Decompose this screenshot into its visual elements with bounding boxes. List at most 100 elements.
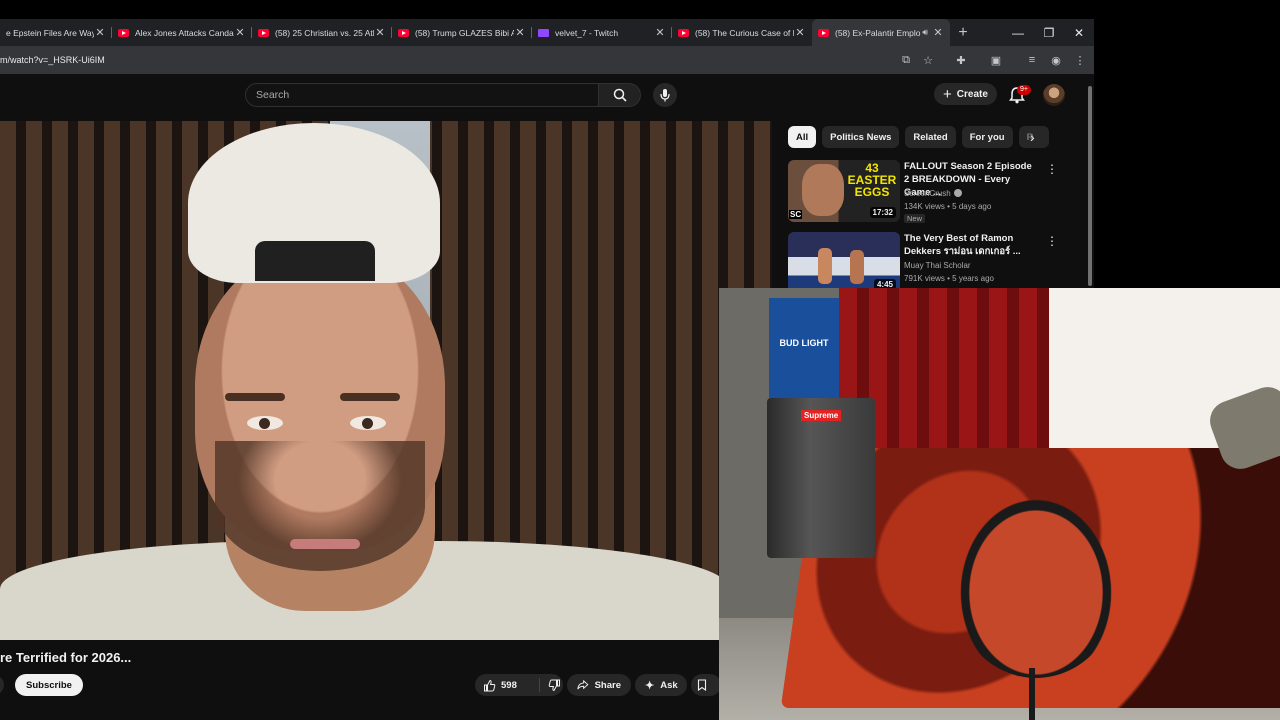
voice-search-button[interactable] [653, 83, 677, 107]
tab-strip: e Epstein Files Are Way ✕ Alex Jones Att… [0, 19, 1094, 46]
eyebrow [340, 393, 400, 401]
more-options-icon[interactable]: ⋮ [1046, 162, 1058, 176]
close-tab-icon[interactable]: ✕ [654, 26, 666, 39]
more-options-icon[interactable]: ⋮ [1046, 234, 1058, 248]
tab-6-active[interactable]: (58) Ex-Palantir Emplo 🔊︎ ✕ [812, 19, 950, 46]
new-tab-button[interactable]: + [950, 24, 976, 42]
verified-icon [953, 189, 962, 197]
dislike-button[interactable] [540, 679, 561, 692]
beer-box: BUD LIGHT [769, 298, 839, 398]
filter-chips: All Politics News Related For you R [788, 126, 1049, 148]
thumbnail-face [802, 164, 844, 216]
channel-logo-mark: SC [789, 210, 803, 219]
account-avatar[interactable] [1043, 84, 1065, 106]
tab-search-icon[interactable]: ▣ [989, 53, 1003, 67]
restore-icon[interactable]: ❐ [1034, 19, 1064, 46]
ask-button[interactable]: ✦ Ask [635, 674, 687, 696]
video-title: re Terrified for 2026... [0, 650, 132, 665]
like-dislike-group: 598 [475, 674, 563, 696]
youtube-icon [398, 28, 409, 37]
box-label: BUD LIGHT [779, 338, 829, 348]
youtube-icon [678, 28, 689, 37]
close-tab-icon[interactable]: ✕ [234, 26, 246, 39]
close-tab-icon[interactable]: ✕ [374, 26, 386, 39]
chip-all[interactable]: All [788, 126, 817, 148]
sticker: Supreme [801, 410, 842, 421]
bookmark-star-icon[interactable]: ☆ [921, 53, 935, 67]
mouth [290, 539, 360, 549]
tab-5[interactable]: (58) The Curious Case of E ✕ [672, 19, 812, 46]
tab-4[interactable]: velvet_7 - Twitch ✕ [532, 19, 672, 46]
new-badge: New [904, 214, 926, 223]
sparkle-icon: ✦ [645, 679, 655, 692]
recommendation-item[interactable]: 43 EASTER EGGS SC 17:32 FALLOUT Season 2… [788, 160, 1078, 223]
thumbnail-text: 43 EASTER EGGS [847, 161, 897, 199]
video-thumbnail[interactable]: 4:45 [788, 232, 900, 288]
chair [951, 488, 1121, 678]
cap-band [255, 241, 375, 281]
page-scrollbar[interactable] [1086, 74, 1094, 288]
fighter-figure [850, 250, 864, 284]
thumbs-down-icon [548, 679, 560, 691]
video-meta: 134K views • 5 days ago [904, 202, 992, 211]
beard [215, 441, 425, 571]
close-window-icon[interactable]: ✕ [1064, 19, 1094, 46]
search-input[interactable]: Search [245, 83, 599, 107]
video-player[interactable] [0, 121, 772, 640]
chair-leg [1029, 668, 1035, 720]
video-duration: 4:45 [873, 279, 896, 288]
chip-related[interactable]: Related [905, 126, 956, 148]
video-title[interactable]: The Very Best of Ramon Dekkers ราม่อน เด… [904, 232, 1032, 258]
chevron-right-icon[interactable]: › [1030, 129, 1035, 145]
notification-count-badge: 9+ [1017, 85, 1031, 95]
close-tab-icon[interactable]: ✕ [932, 26, 944, 39]
video-duration: 17:32 [869, 207, 896, 218]
extensions-icon[interactable]: ✚ [954, 53, 968, 67]
search-icon [613, 88, 627, 102]
speaker-icon[interactable]: 🔊︎ [922, 27, 928, 38]
close-tab-icon[interactable]: ✕ [794, 26, 806, 39]
eye [350, 416, 386, 430]
save-button[interactable] [691, 674, 721, 696]
like-button[interactable]: 598 [475, 678, 540, 692]
chip-for-you[interactable]: For you [961, 126, 1013, 148]
channel-name[interactable]: ScreenCrush [904, 189, 962, 198]
plus-icon: + [943, 85, 952, 103]
share-arrow-icon [577, 679, 589, 690]
close-tab-icon[interactable]: ✕ [514, 26, 526, 39]
bookmark-icon [697, 679, 707, 691]
tab-3[interactable]: (58) Trump GLAZES Bibi A ✕ [392, 19, 532, 46]
minimize-icon[interactable]: — [1003, 19, 1033, 46]
tab-1[interactable]: Alex Jones Attacks Canda ✕ [112, 19, 252, 46]
profile-icon[interactable]: ◉ [1049, 53, 1063, 67]
video-thumbnail[interactable]: 43 EASTER EGGS SC 17:32 [788, 160, 900, 222]
youtube-icon [818, 28, 829, 37]
youtube-icon [258, 28, 269, 37]
microphone-icon [660, 89, 670, 102]
url-text[interactable]: m/watch?v=_HSRK-Ui6IM [0, 55, 105, 65]
close-tab-icon[interactable]: ✕ [94, 26, 106, 39]
fighter-figure [818, 248, 832, 284]
create-button[interactable]: + Create [934, 83, 997, 105]
menu-icon[interactable]: ⋮ [1073, 53, 1087, 67]
twitch-icon [538, 28, 549, 37]
eye [247, 416, 283, 430]
eyebrow [225, 393, 285, 401]
video-info-bar: re Terrified for 2026... Subscribe 598 S… [0, 640, 721, 720]
channel-avatar[interactable] [0, 675, 4, 695]
search-button[interactable] [599, 83, 641, 107]
tab-0[interactable]: e Epstein Files Are Way ✕ [0, 19, 112, 46]
webcam-overlay: Supreme BUD LIGHT [719, 288, 1280, 720]
media-control-icon[interactable]: ≡ [1025, 53, 1039, 67]
mini-fridge: Supreme [767, 398, 875, 558]
tab-2[interactable]: (58) 25 Christian vs. 25 Ath ✕ [252, 19, 392, 46]
youtube-icon [118, 28, 129, 37]
thumbs-up-icon [484, 679, 496, 691]
channel-name[interactable]: Muay Thai Scholar [904, 261, 971, 270]
install-app-icon[interactable]: ⧉ [899, 53, 913, 67]
address-bar: m/watch?v=_HSRK-Ui6IM ⧉ ☆ ✚ ▣ ≡ ◉ ⋮ [0, 46, 1094, 74]
recommendation-item[interactable]: 4:45 The Very Best of Ramon Dekkers ราม่… [788, 232, 1078, 288]
chip-politics-news[interactable]: Politics News [822, 126, 900, 148]
subscribe-button[interactable]: Subscribe [15, 674, 83, 696]
share-button[interactable]: Share [567, 674, 631, 696]
